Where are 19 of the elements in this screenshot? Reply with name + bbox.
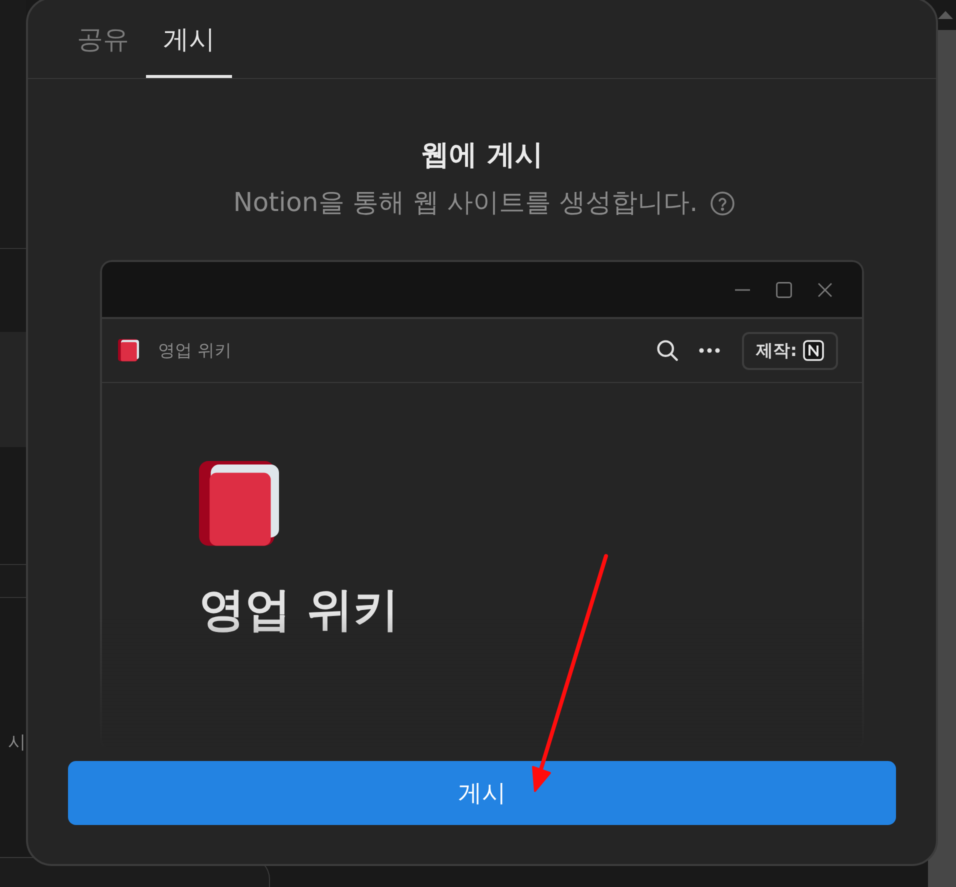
page-heading: 영업 위키 <box>199 580 400 638</box>
maximize-icon <box>776 282 792 298</box>
help-icon[interactable] <box>710 190 735 216</box>
preview-page-title: 영업 위키 <box>158 340 232 362</box>
logo-icon <box>803 340 824 361</box>
close-icon <box>818 282 832 296</box>
scroll-up-arrow-icon[interactable] <box>938 11 952 19</box>
minimize-icon <box>735 288 750 290</box>
dialog-description: Notion을 통해 웹 사이트를 생성합니다. <box>233 187 698 220</box>
search-icon <box>657 340 678 361</box>
book-icon <box>199 461 279 546</box>
dialog-tab[interactable]: 게시 <box>146 0 232 78</box>
more-icon <box>699 348 720 353</box>
dialog-heading: 웹에 게시 <box>421 137 543 173</box>
sidebar-text: 시 <box>8 731 26 755</box>
publish-button[interactable]: 게시 <box>68 761 896 825</box>
badge-label: 제작: <box>756 340 797 362</box>
book-icon <box>118 339 139 362</box>
dialog-tab[interactable]: 공유 <box>60 0 146 78</box>
